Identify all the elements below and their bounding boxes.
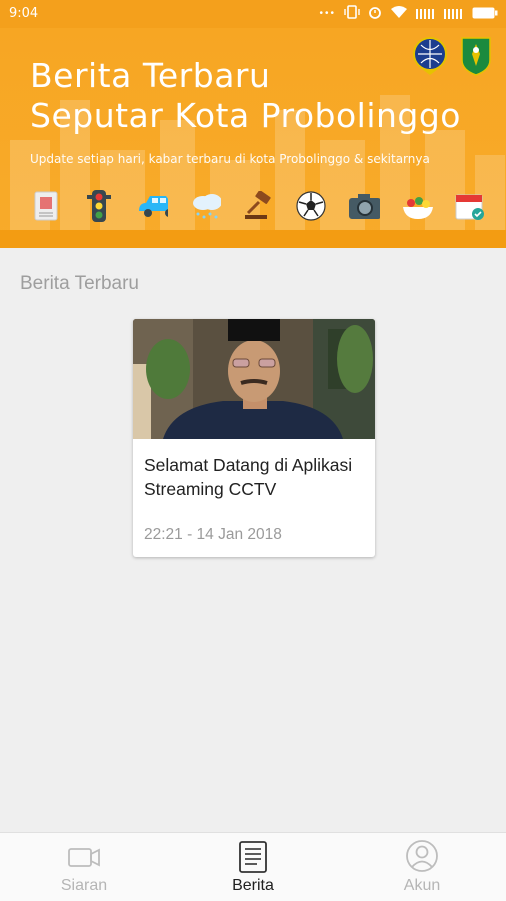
nav-siaran[interactable]: Siaran [0, 833, 168, 901]
battery-icon [472, 6, 498, 22]
nav-akun[interactable]: Akun [338, 833, 506, 901]
nav-berita[interactable]: Berita [169, 833, 337, 901]
soccer-ball-icon [295, 190, 327, 222]
news-timestamp: 22:21 - 14 Jan 2018 [144, 526, 282, 543]
header-band [0, 230, 506, 248]
nav-akun-label: Akun [403, 877, 441, 894]
dots-icon: ••• [319, 8, 336, 19]
car-icon [136, 190, 168, 222]
vibrate-icon [344, 5, 360, 22]
status-time: 9:04 [9, 6, 39, 21]
banner-title: Berita Terbaru Seputar Kota Probolinggo [30, 56, 461, 136]
news-icon [235, 839, 271, 873]
nav-siaran-label: Siaran [60, 877, 108, 894]
rain-cloud-icon [189, 190, 221, 222]
traffic-light-icon [83, 190, 115, 222]
alarm-icon [368, 5, 382, 22]
banner-title-line-2: Seputar Kota Probolinggo [30, 96, 461, 135]
status-icons: ••• [319, 5, 498, 22]
nav-berita-label: Berita [232, 877, 274, 894]
city-crest-icon [460, 36, 492, 81]
gavel-icon [242, 190, 274, 222]
banner-title-line-1: Berita Terbaru [30, 56, 271, 95]
signal-icon-2 [444, 6, 464, 22]
wifi-icon [390, 5, 408, 22]
food-icon [401, 190, 433, 222]
account-icon [404, 839, 440, 873]
news-title: Selamat Datang di Aplikasi Streaming CCT… [144, 455, 353, 499]
news-card[interactable]: Selamat Datang di Aplikasi Streaming CCT… [133, 319, 375, 557]
calendar-icon [454, 190, 486, 222]
camera-icon [348, 190, 380, 222]
video-camera-icon [66, 839, 102, 873]
bottom-navigation: Siaran Berita Akun [0, 832, 506, 901]
status-bar: 9:04 ••• [0, 0, 506, 28]
category-icons-row [30, 190, 486, 222]
news-photo [133, 319, 375, 439]
header-banner: Berita Terbaru Seputar Kota Probolinggo … [0, 28, 506, 248]
signal-icon [416, 6, 436, 22]
banner-subtitle: Update setiap hari, kabar terbaru di kot… [30, 152, 430, 166]
newspaper-icon [30, 190, 62, 222]
section-title: Berita Terbaru [20, 273, 139, 294]
